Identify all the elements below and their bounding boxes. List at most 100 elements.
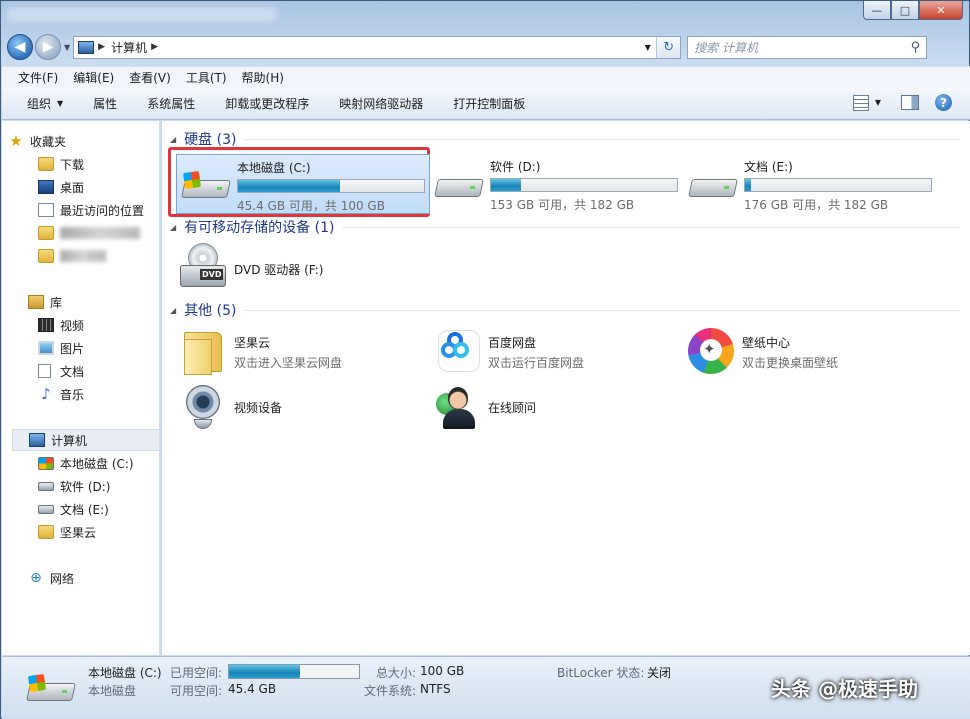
dvd-drive-item[interactable]: DVD DVD 驱动器 (F:) (180, 243, 430, 295)
drive-c-item[interactable]: 本地磁盘 (C:) 45.4 GB 可用，共 100 GB (176, 154, 430, 214)
navigation-bar: ◀ ▶ ▼ ▶ 计算机 ▶ ▼ ↻ 搜索 计算机 ⚲ (7, 33, 963, 61)
library-icon (28, 295, 44, 309)
status-bitlocker-label: BitLocker 状态: (557, 666, 645, 680)
picture-icon (38, 341, 54, 355)
breadcrumb-separator-icon[interactable]: ▶ (151, 42, 158, 52)
menu-file[interactable]: 文件(F) (18, 69, 58, 86)
sidebar-item-label: 视频 (60, 318, 85, 333)
menu-edit[interactable]: 编辑(E) (73, 69, 114, 86)
wallpaper-center-item[interactable]: ✦ 壁纸中心 双击更换桌面壁纸 (688, 326, 938, 378)
minimize-button[interactable]: — (863, 1, 891, 20)
status-fs-value: NTFS (420, 682, 451, 696)
status-bitlocker-value: 关闭 (647, 666, 672, 680)
close-button[interactable]: ✕ (919, 1, 963, 20)
divider (244, 138, 960, 140)
document-icon (38, 364, 51, 378)
open-control-panel-button[interactable]: 打开控制面板 (453, 95, 525, 112)
group-title: 有可移动存储的设备 (1) (184, 220, 335, 236)
system-drive-icon (181, 160, 231, 210)
maximize-button[interactable]: □ (891, 1, 919, 20)
organize-label: 组织 (27, 97, 52, 111)
status-fs-label: 文件系统: (364, 684, 417, 698)
navigation-pane: ★ 收藏夹 下载 桌面 最近访问的位置 库 视频 图片 文档 ♪ 音乐 计算机 … (2, 121, 160, 655)
group-title: 硬盘 (3) (184, 132, 237, 148)
sidebar-item-favorites[interactable]: ★ 收藏夹 (8, 130, 166, 152)
status-used-label: 已用空间: (170, 666, 223, 680)
view-options-chevron-icon[interactable]: ▼ (875, 98, 881, 107)
dvd-drive-icon: DVD (180, 243, 228, 291)
menu-help[interactable]: 帮助(H) (242, 69, 284, 86)
computer-icon (29, 433, 45, 447)
drive-size-text: 45.4 GB 可用，共 100 GB (237, 199, 385, 213)
drive-name: 本地磁盘 (C:) (237, 161, 311, 175)
refresh-icon[interactable]: ↻ (656, 36, 681, 58)
drive-usage-fill (491, 179, 521, 191)
organize-button[interactable]: 组织 ▼ (27, 95, 63, 112)
help-icon[interactable]: ? (935, 94, 952, 111)
star-icon: ★ (9, 132, 23, 150)
baidu-netdisk-item[interactable]: 百度网盘 双击运行百度网盘 (434, 326, 684, 378)
map-network-drive-button[interactable]: 映射网络驱动器 (339, 95, 423, 112)
collapse-icon[interactable]: ◢ (170, 135, 176, 144)
group-header-removable[interactable]: ◢ 有可移动存储的设备 (1) (170, 217, 960, 237)
breadcrumb-separator-icon[interactable]: ▶ (98, 42, 105, 52)
item-name: 在线顾问 (488, 401, 537, 415)
drive-e-item[interactable]: 文档 (E:) 176 GB 可用，共 182 GB (684, 154, 938, 214)
sidebar-item-label: 文档 (E:) (60, 502, 109, 517)
group-header-hard-disks[interactable]: ◢ 硬盘 (3) (170, 129, 960, 149)
menu-view[interactable]: 查看(V) (129, 69, 171, 86)
drive-d-item[interactable]: 软件 (D:) 153 GB 可用，共 182 GB (430, 154, 684, 214)
back-button[interactable]: ◀ (7, 34, 33, 60)
breadcrumb-computer[interactable]: 计算机 (111, 39, 147, 56)
item-description: 双击进入坚果云网盘 (234, 356, 343, 370)
sidebar-item-label: 下载 (60, 157, 85, 172)
preview-pane-icon[interactable] (901, 95, 919, 110)
drive-name: 文档 (E:) (744, 160, 793, 174)
search-icon[interactable]: ⚲ (911, 40, 921, 55)
sidebar-item-computer[interactable]: 计算机 (12, 429, 160, 451)
properties-button[interactable]: 属性 (93, 95, 117, 112)
drive-name: 软件 (D:) (490, 160, 541, 174)
sidebar-item-label: 库 (50, 295, 63, 310)
collapse-icon[interactable]: ◢ (170, 306, 176, 315)
drive-usage-fill (745, 179, 751, 191)
sidebar-item-label: 网络 (50, 571, 75, 586)
forward-button[interactable]: ▶ (35, 34, 61, 60)
title-bar[interactable]: — □ ✕ (1, 1, 969, 31)
sidebar-item-label: 桌面 (60, 180, 85, 195)
menu-tools[interactable]: 工具(T) (186, 69, 227, 86)
dvd-icon-label: DVD (200, 269, 224, 280)
online-advisor-item[interactable]: 在线顾问 (434, 383, 684, 435)
drive-usage-bar (490, 178, 678, 192)
computer-icon (78, 40, 95, 54)
jianguoyun-item[interactable]: 坚果云 双击进入坚果云网盘 (180, 326, 430, 378)
group-header-other[interactable]: ◢ 其他 (5) (170, 300, 960, 320)
drive-size-text: 153 GB 可用，共 182 GB (490, 198, 635, 212)
sidebar-item-label: 音乐 (60, 387, 85, 402)
address-bar[interactable]: ▶ 计算机 ▶ ▼ ↻ (73, 35, 682, 59)
webcam-icon (180, 383, 228, 431)
item-description: 双击运行百度网盘 (488, 356, 585, 370)
wallpaper-center-icon: ✦ (688, 326, 736, 374)
search-input[interactable]: 搜索 计算机 ⚲ (687, 35, 928, 59)
online-advisor-icon (434, 383, 482, 431)
change-view-icon[interactable] (852, 94, 869, 111)
address-dropdown-icon[interactable]: ▼ (638, 36, 656, 58)
drive-icon (434, 159, 484, 209)
recent-pages-dropdown-icon[interactable]: ▼ (64, 43, 70, 52)
collapse-icon[interactable]: ◢ (170, 223, 176, 232)
uninstall-program-button[interactable]: 卸载或更改程序 (225, 95, 309, 112)
status-usage-fill (229, 665, 300, 678)
blurred-label (60, 250, 106, 262)
system-properties-button[interactable]: 系统属性 (147, 95, 195, 112)
desktop-icon (38, 180, 54, 194)
drive-usage-bar (744, 178, 932, 192)
sidebar-item-label: 本地磁盘 (C:) (60, 456, 134, 471)
group-title: 其他 (5) (184, 303, 237, 319)
video-device-item[interactable]: 视频设备 (180, 383, 430, 435)
divider (244, 309, 960, 311)
folder-icon (38, 226, 54, 240)
search-placeholder: 搜索 计算机 (694, 40, 758, 55)
folder-icon (180, 326, 228, 375)
system-drive-icon (38, 456, 54, 470)
